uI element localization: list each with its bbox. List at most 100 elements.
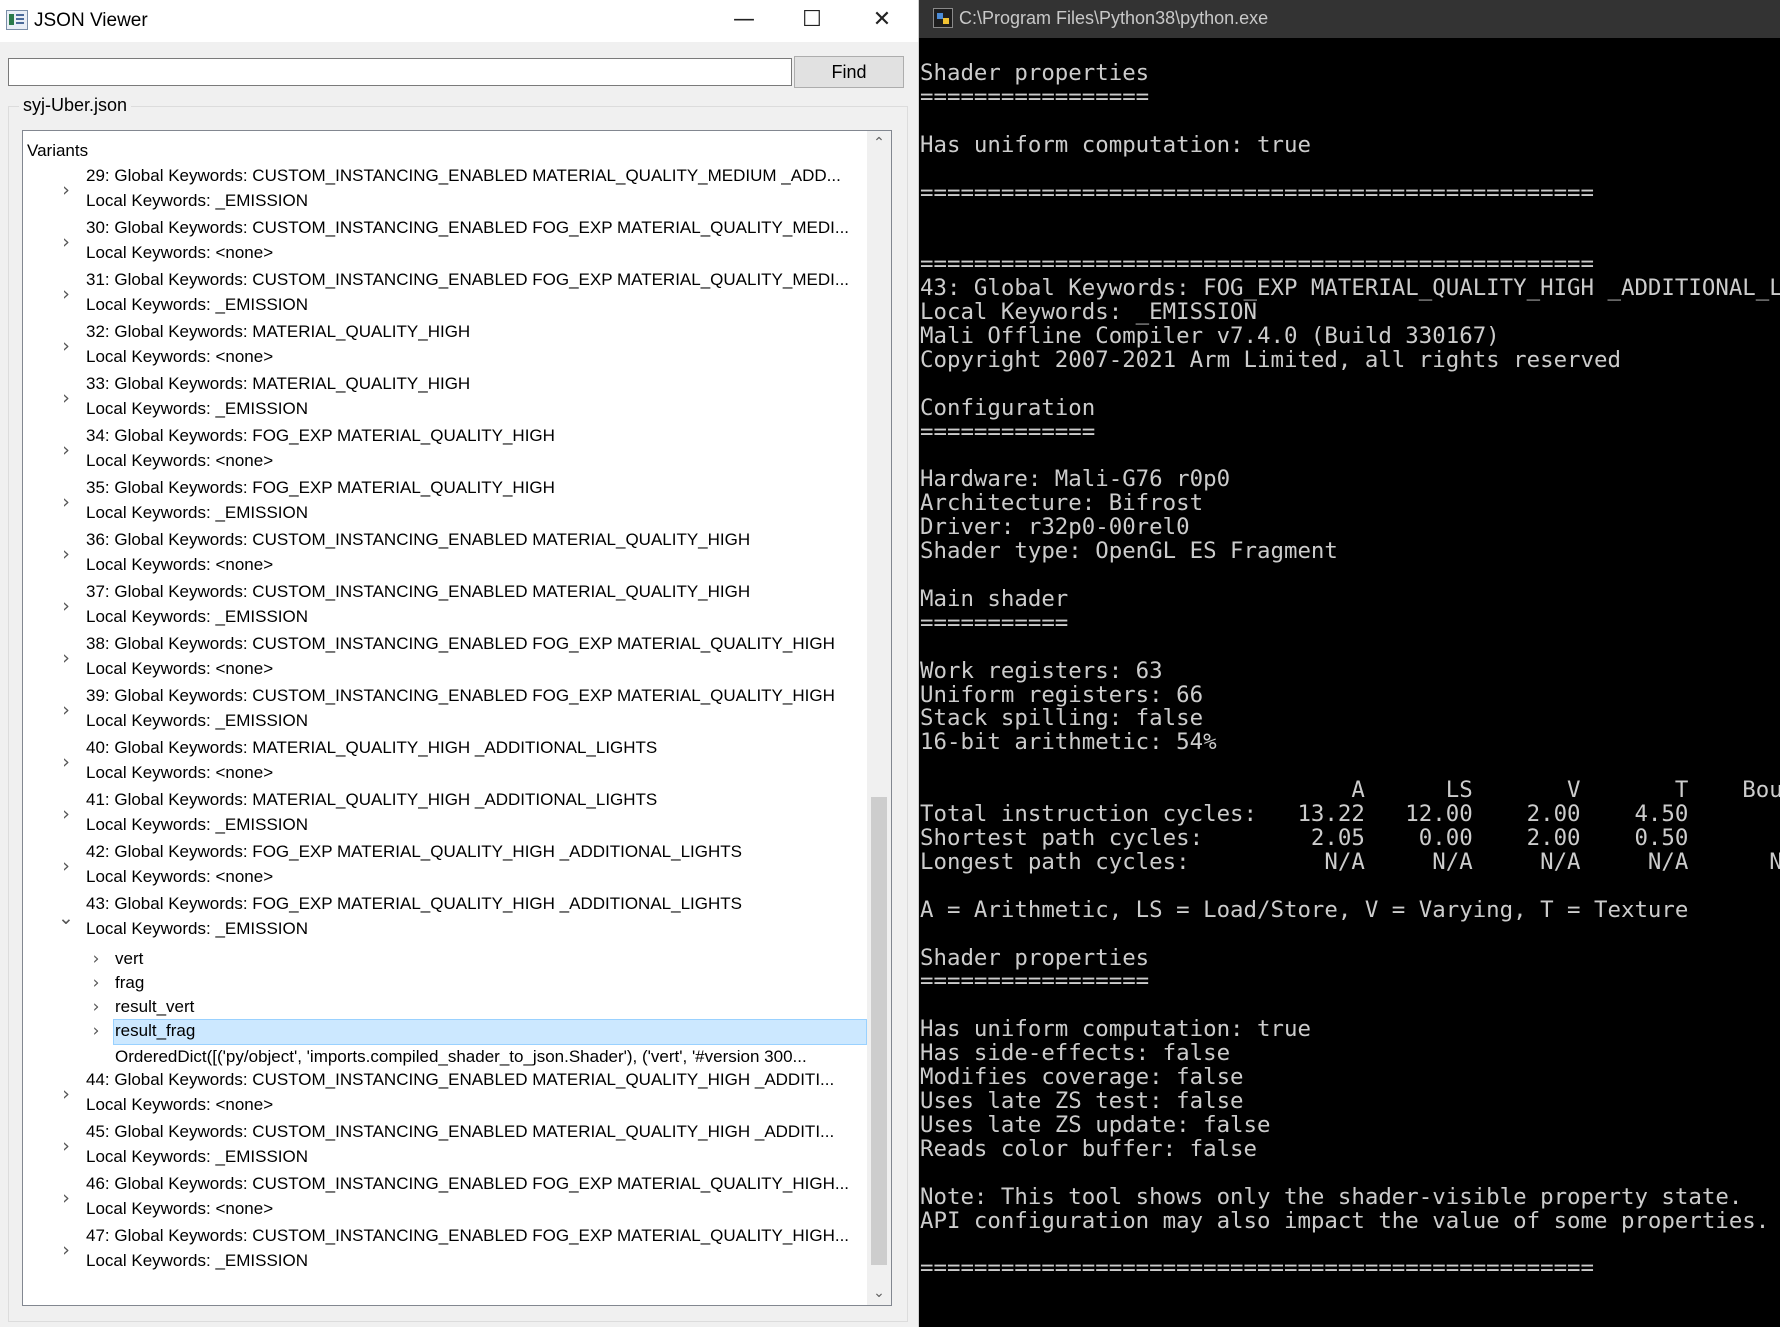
variant-local-keywords: Local Keywords: <none> <box>86 243 274 262</box>
tree-row[interactable]: › 31: Global Keywords: CUSTOM_INSTANCING_… <box>23 270 867 323</box>
chevron-right-icon[interactable]: › <box>87 1021 105 1041</box>
console-title-bar[interactable]: C:\Program Files\Python38\python.exe <box>919 0 1780 38</box>
variant-global-keywords: 43: Global Keywords: FOG_EXP MATERIAL_QU… <box>86 894 742 913</box>
variant-local-keywords: Local Keywords: _EMISSION <box>86 1251 309 1270</box>
tree-row[interactable]: › 33: Global Keywords: MATERIAL_QUALITY_H… <box>23 374 867 427</box>
chevron-right-icon[interactable]: › <box>57 803 75 825</box>
close-button[interactable]: ✕ <box>848 0 916 40</box>
variant-global-keywords: 31: Global Keywords: CUSTOM_INSTANCING_E… <box>86 270 850 289</box>
variant-global-keywords: 47: Global Keywords: CUSTOM_INSTANCING_E… <box>86 1226 850 1245</box>
chevron-right-icon[interactable]: › <box>57 647 75 669</box>
file-name-label: syj-Uber.json <box>19 95 132 116</box>
chevron-right-icon[interactable]: › <box>87 949 105 969</box>
tree-row[interactable]: › 44: Global Keywords: CUSTOM_INSTANCING_… <box>23 1070 867 1123</box>
tree-row[interactable]: › 41: Global Keywords: MATERIAL_QUALITY_H… <box>23 790 867 843</box>
title-bar[interactable]: JSON Viewer — ☐ ✕ <box>0 0 918 42</box>
variant-local-keywords: Local Keywords: <none> <box>86 347 274 366</box>
chevron-right-icon[interactable]: › <box>57 231 75 253</box>
variant-global-keywords: 32: Global Keywords: MATERIAL_QUALITY_HI… <box>86 322 471 341</box>
tree-row[interactable]: › 37: Global Keywords: CUSTOM_INSTANCING_… <box>23 582 867 635</box>
console-window: C:\Program Files\Python38\python.exe Sha… <box>919 0 1780 1327</box>
tree-row[interactable]: › 35: Global Keywords: FOG_EXP MATERIAL_Q… <box>23 478 867 531</box>
variant-local-keywords: Local Keywords: _EMISSION <box>86 711 309 730</box>
vertical-scrollbar[interactable]: ⌃ ⌄ <box>867 131 891 1305</box>
python-icon <box>933 8 953 28</box>
chevron-right-icon[interactable]: › <box>57 179 75 201</box>
variant-global-keywords: 45: Global Keywords: CUSTOM_INSTANCING_E… <box>86 1122 835 1141</box>
chevron-right-icon[interactable]: › <box>57 1187 75 1209</box>
chevron-right-icon[interactable]: › <box>57 335 75 357</box>
chevron-right-icon[interactable]: › <box>57 543 75 565</box>
tree-row[interactable]: ⌄ 43: Global Keywords: FOG_EXP MATERIAL_Q… <box>23 894 867 947</box>
json-tree-view[interactable]: Variants › 29: Global Keywords: CUSTOM_IN… <box>22 130 892 1306</box>
chevron-right-icon[interactable]: › <box>57 699 75 721</box>
variant-local-keywords: Local Keywords: <none> <box>86 659 274 678</box>
maximize-button[interactable]: ☐ <box>778 0 846 40</box>
variant-local-keywords: Local Keywords: <none> <box>86 555 274 574</box>
tree-row[interactable]: › 29: Global Keywords: CUSTOM_INSTANCING_… <box>23 166 867 219</box>
chevron-right-icon[interactable]: › <box>57 439 75 461</box>
tree-row[interactable]: › 38: Global Keywords: CUSTOM_INSTANCING_… <box>23 634 867 687</box>
tree-row[interactable]: › 45: Global Keywords: CUSTOM_INSTANCING_… <box>23 1122 867 1175</box>
chevron-right-icon[interactable]: › <box>57 283 75 305</box>
variant-global-keywords: 42: Global Keywords: FOG_EXP MATERIAL_QU… <box>86 842 742 861</box>
variant-local-keywords: Local Keywords: <none> <box>86 451 274 470</box>
tree-row[interactable]: › 34: Global Keywords: FOG_EXP MATERIAL_Q… <box>23 426 867 479</box>
variant-global-keywords: 38: Global Keywords: CUSTOM_INSTANCING_E… <box>86 634 835 653</box>
variant-local-keywords: Local Keywords: <none> <box>86 867 274 886</box>
chevron-right-icon[interactable]: › <box>57 491 75 513</box>
tree-child-vert[interactable]: › vert <box>23 947 867 974</box>
variant-global-keywords: 44: Global Keywords: CUSTOM_INSTANCING_E… <box>86 1070 835 1089</box>
variant-global-keywords: 30: Global Keywords: CUSTOM_INSTANCING_E… <box>86 218 850 237</box>
console-output: Shader properties ================= Has … <box>920 60 1780 1282</box>
tree-row[interactable]: › 42: Global Keywords: FOG_EXP MATERIAL_Q… <box>23 842 867 895</box>
variant-local-keywords: Local Keywords: <none> <box>86 1199 274 1218</box>
tree-row[interactable]: › 47: Global Keywords: CUSTOM_INSTANCING_… <box>23 1226 867 1279</box>
tree-row[interactable]: › 39: Global Keywords: CUSTOM_INSTANCING_… <box>23 686 867 739</box>
json-viewer-window: JSON Viewer — ☐ ✕ Find syj-Uber.json Var… <box>0 0 919 1327</box>
tree-row[interactable]: › 36: Global Keywords: CUSTOM_INSTANCING_… <box>23 530 867 583</box>
variant-local-keywords: Local Keywords: _EMISSION <box>86 607 309 626</box>
minimize-button[interactable]: — <box>710 0 778 40</box>
selection-highlight <box>113 1019 867 1045</box>
scroll-up-arrow-icon[interactable]: ⌃ <box>867 131 891 155</box>
tree-row[interactable]: › 40: Global Keywords: MATERIAL_QUALITY_H… <box>23 738 867 791</box>
tree-child-label: vert <box>115 949 144 968</box>
tree-child-result-frag[interactable]: › result_frag <box>23 1019 867 1046</box>
tree-leaf-value[interactable]: OrderedDict([('py/object', 'imports.comp… <box>115 1047 807 1067</box>
variant-local-keywords: Local Keywords: _EMISSION <box>86 191 309 210</box>
tree-child-label: result_vert <box>115 997 195 1016</box>
tree-row[interactable]: › 46: Global Keywords: CUSTOM_INSTANCING_… <box>23 1174 867 1227</box>
chevron-right-icon[interactable]: › <box>87 973 105 993</box>
variant-local-keywords: Local Keywords: <none> <box>86 763 274 782</box>
chevron-right-icon[interactable]: › <box>87 997 105 1017</box>
chevron-right-icon[interactable]: › <box>57 855 75 877</box>
tree-root-label[interactable]: Variants <box>27 141 88 161</box>
chevron-right-icon[interactable]: › <box>57 1083 75 1105</box>
scroll-thumb[interactable] <box>871 797 887 1265</box>
variant-global-keywords: 37: Global Keywords: CUSTOM_INSTANCING_E… <box>86 582 751 601</box>
variant-local-keywords: Local Keywords: _EMISSION <box>86 1147 309 1166</box>
find-button[interactable]: Find <box>794 56 904 88</box>
tree-rows: Variants › 29: Global Keywords: CUSTOM_IN… <box>23 131 867 1305</box>
chevron-down-icon[interactable]: ⌄ <box>57 907 75 929</box>
variant-global-keywords: 41: Global Keywords: MATERIAL_QUALITY_HI… <box>86 790 658 809</box>
window-title: JSON Viewer <box>34 10 148 31</box>
scroll-down-arrow-icon[interactable]: ⌄ <box>867 1281 891 1305</box>
variant-local-keywords: Local Keywords: _EMISSION <box>86 295 309 314</box>
variant-global-keywords: 33: Global Keywords: MATERIAL_QUALITY_HI… <box>86 374 471 393</box>
tree-row[interactable]: › 32: Global Keywords: MATERIAL_QUALITY_H… <box>23 322 867 375</box>
chevron-right-icon[interactable]: › <box>57 595 75 617</box>
chevron-right-icon[interactable]: › <box>57 1135 75 1157</box>
tree-row[interactable]: › 30: Global Keywords: CUSTOM_INSTANCING_… <box>23 218 867 271</box>
variant-local-keywords: Local Keywords: _EMISSION <box>86 919 309 938</box>
variant-global-keywords: 39: Global Keywords: CUSTOM_INSTANCING_E… <box>86 686 835 705</box>
tree-child-result-vert[interactable]: › result_vert <box>23 995 867 1022</box>
chevron-right-icon[interactable]: › <box>57 387 75 409</box>
chevron-right-icon[interactable]: › <box>57 1239 75 1261</box>
chevron-right-icon[interactable]: › <box>57 751 75 773</box>
variant-local-keywords: Local Keywords: <none> <box>86 1095 274 1114</box>
tree-child-frag[interactable]: › frag <box>23 971 867 998</box>
search-input[interactable] <box>8 58 792 86</box>
variant-global-keywords: 35: Global Keywords: FOG_EXP MATERIAL_QU… <box>86 478 555 497</box>
